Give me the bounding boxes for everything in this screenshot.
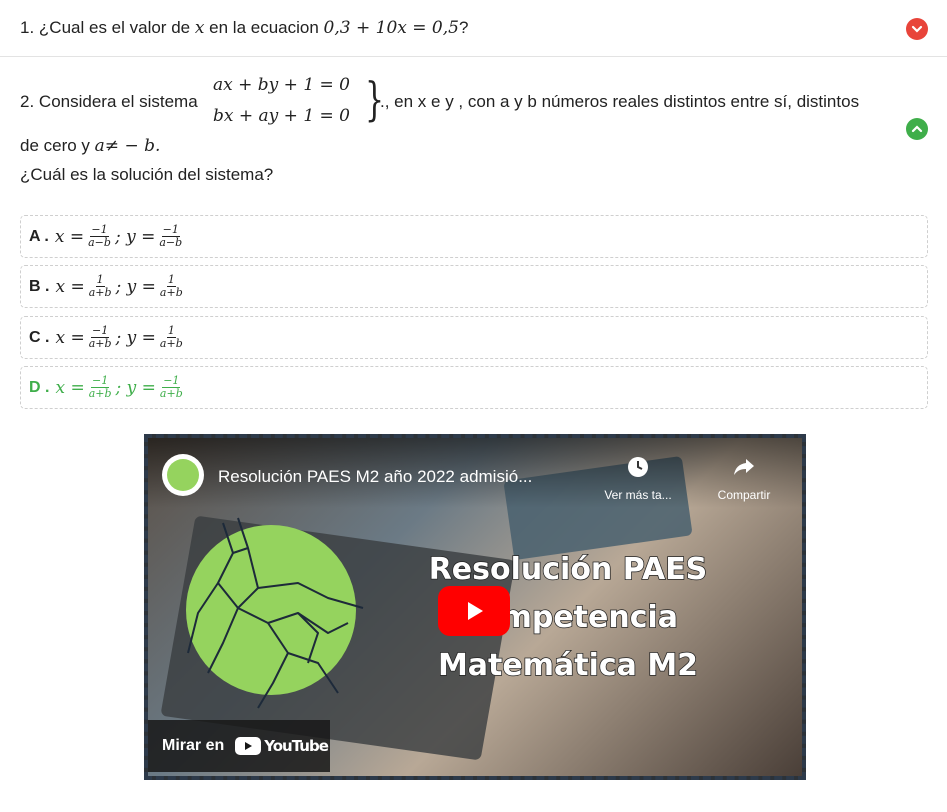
x-equals: x = <box>55 377 85 398</box>
question-1-var: x <box>194 18 205 38</box>
option-formula: x = −1 a+b ; y = −1 a+b <box>55 375 186 400</box>
equation-1: ax + by + 1 = 0 <box>213 75 350 95</box>
option-letter: B . <box>29 277 50 295</box>
option-letter: C . <box>29 328 50 346</box>
video-title[interactable]: Resolución PAES M2 año 2022 admisió... <box>218 467 532 487</box>
collapse-toggle-question-2[interactable] <box>906 118 928 140</box>
x-equals: x = <box>54 226 85 247</box>
y-equals: ; y = <box>115 377 156 398</box>
mantis-logo-icon <box>187 517 364 709</box>
option-letter: D . <box>29 378 50 396</box>
y-fraction: 1 a+b <box>159 274 184 299</box>
equation-2: bx + ay + 1 = 0 <box>213 106 350 126</box>
y-fraction: −1 a+b <box>159 375 184 400</box>
answer-option-c[interactable]: C . x = −1 a+b ; y = 1 a+b <box>20 316 928 359</box>
equation-system: ax + by + 1 = 0 bx + ay + 1 = 0 <box>213 70 350 132</box>
watch-on-label: Mirar en <box>162 737 225 754</box>
watch-later-button[interactable]: Ver más ta... <box>588 455 688 502</box>
y-denominator: a+b <box>159 337 183 350</box>
y-equals: ; y = <box>115 276 156 297</box>
y-denominator: a−b <box>159 236 183 249</box>
option-formula: x = −1 a−b ; y = −1 a−b <box>55 224 186 249</box>
question-2-line-2-text: de cero y <box>20 136 90 155</box>
question-1-text-before: ¿Cual es el valor de <box>38 18 191 37</box>
youtube-logo-icon: YouTube <box>232 737 329 755</box>
question-2-intro: 2. Considera el sistema <box>20 92 198 112</box>
share-arrow-icon <box>734 459 754 475</box>
question-1-equation: 0,3 + 10x = 0,5 <box>323 18 459 38</box>
x-denominator: a+b <box>88 337 112 350</box>
youtube-video-embed[interactable]: Resolución PAES M2 año 2022 admisió... V… <box>144 434 806 780</box>
chevron-down-icon <box>911 25 923 33</box>
question-1-text: 1. ¿Cual es el valor de x en la ecuacion… <box>20 18 468 38</box>
expand-toggle-question-1[interactable] <box>906 18 928 40</box>
share-button[interactable]: Compartir <box>694 455 794 502</box>
question-1-row[interactable]: 1. ¿Cual es el valor de x en la ecuacion… <box>0 0 947 57</box>
y-denominator: a+b <box>159 387 183 400</box>
question-2-intro-text: Considera el sistema <box>38 92 198 111</box>
y-equals: ; y = <box>114 226 156 247</box>
x-denominator: a−b <box>88 236 111 249</box>
question-2-rest: ., en x e y , con a y b números reales d… <box>380 92 860 111</box>
question-2-prompt: ¿Cuál es la solución del sistema? <box>20 165 274 184</box>
option-letter: A . <box>29 227 49 245</box>
youtube-play-mark-icon <box>245 742 253 750</box>
channel-avatar[interactable] <box>162 454 204 496</box>
channel-avatar-logo <box>167 459 199 491</box>
question-2-number: 2. <box>20 92 35 111</box>
clock-icon <box>628 457 648 477</box>
x-fraction: −1 a−b <box>87 224 112 249</box>
youtube-wordmark: YouTube <box>264 737 329 755</box>
x-fraction: 1 a+b <box>88 274 113 299</box>
option-formula: x = 1 a+b ; y = 1 a+b <box>55 274 186 299</box>
x-equals: x = <box>55 276 85 297</box>
play-button[interactable] <box>438 586 510 636</box>
question-1-number: 1. <box>20 18 35 37</box>
x-equals: x = <box>55 327 85 348</box>
watch-later-label: Ver más ta... <box>604 488 672 502</box>
y-denominator: a+b <box>159 286 183 299</box>
share-label: Compartir <box>717 488 771 502</box>
question-2-line-2-math: a≠ − b. <box>94 136 161 156</box>
play-icon <box>468 602 483 620</box>
youtube-logo-mark <box>235 737 262 755</box>
y-fraction: 1 a+b <box>159 325 184 350</box>
answer-option-b[interactable]: B . x = 1 a+b ; y = 1 a+b <box>20 265 928 308</box>
x-denominator: a+b <box>88 286 112 299</box>
answer-option-a[interactable]: A . x = −1 a−b ; y = −1 a−b <box>20 215 928 258</box>
x-denominator: a+b <box>88 387 112 400</box>
y-equals: ; y = <box>115 327 156 348</box>
x-fraction: −1 a+b <box>88 325 113 350</box>
y-fraction: −1 a−b <box>158 224 183 249</box>
headline-line-3: Matemática M2 <box>437 647 699 684</box>
question-2-line-2: de cero y a≠ − b. <box>20 136 160 156</box>
question-1-text-middle: en la ecuacion <box>209 18 319 37</box>
answer-option-d[interactable]: D . x = −1 a+b ; y = −1 a+b <box>20 366 928 409</box>
x-fraction: −1 a+b <box>88 375 113 400</box>
option-formula: x = −1 a+b ; y = 1 a+b <box>55 325 186 350</box>
watch-on-youtube-button[interactable]: Mirar en YouTube <box>148 720 330 772</box>
question-1-text-after: ? <box>458 18 469 37</box>
chevron-up-icon <box>911 125 923 133</box>
